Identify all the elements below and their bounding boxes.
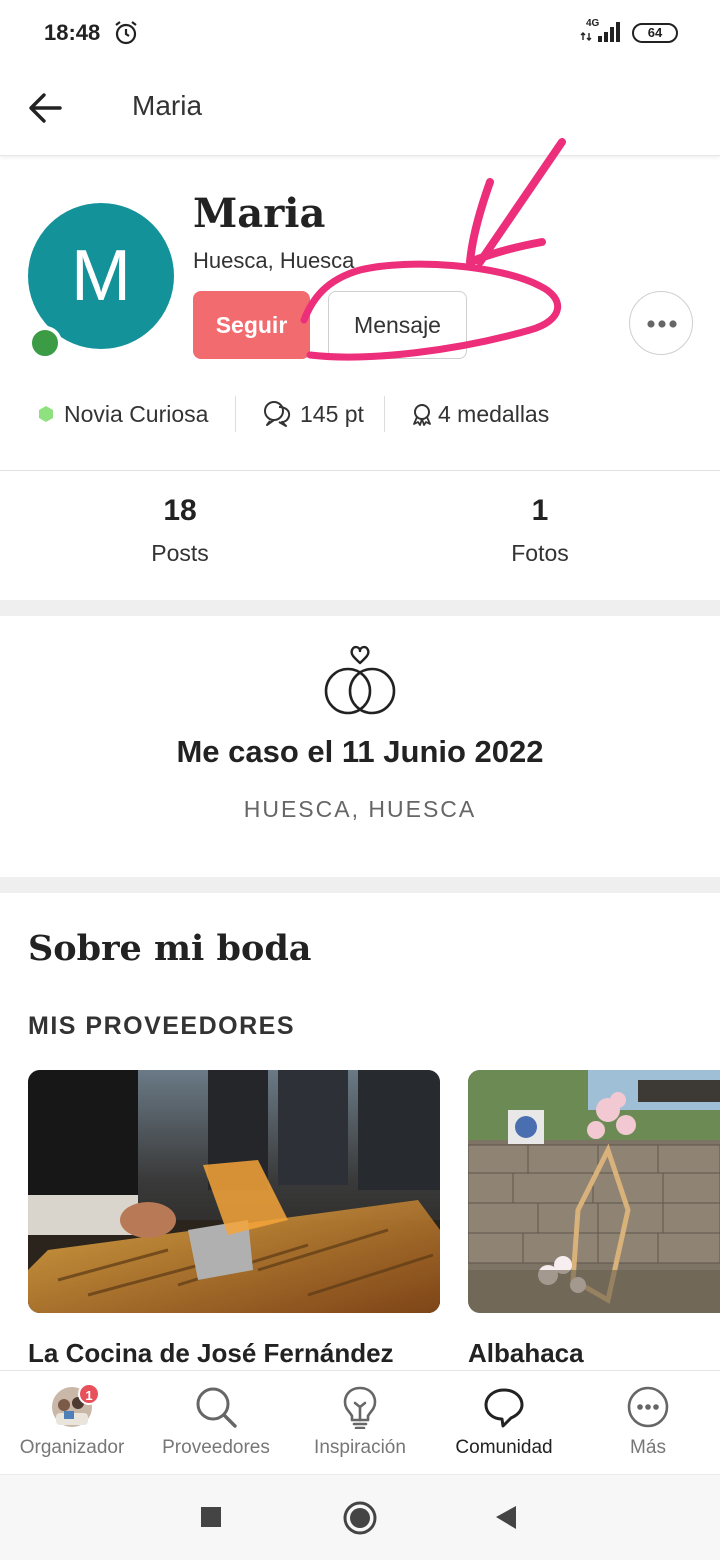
alarm-icon	[115, 21, 137, 45]
profile-name: Maria	[193, 190, 326, 237]
photos-count-label: Fotos	[511, 540, 569, 566]
message-button[interactable]: Mensaje	[328, 291, 467, 359]
hexagon-icon	[39, 406, 53, 422]
status-bar: 18:48 4G 64	[0, 0, 720, 66]
nav-more-label: Más	[630, 1437, 666, 1458]
nav-inspiration[interactable]: Inspiración	[288, 1371, 432, 1475]
more-options-button[interactable]	[629, 291, 693, 355]
ceremony-photo	[468, 1070, 720, 1313]
posts-count[interactable]: 18 Posts	[90, 494, 270, 567]
home-icon[interactable]	[342, 1501, 378, 1537]
level-stat: Novia Curiosa	[38, 384, 208, 444]
photos-count-value: 1	[531, 494, 549, 527]
vendor-name[interactable]: Albahaca	[468, 1338, 584, 1369]
app-bar: Maria	[0, 66, 720, 156]
online-status-dot	[28, 326, 62, 360]
more-dots-icon	[647, 320, 677, 328]
notification-badge: 1	[78, 1383, 100, 1405]
medals-stat: 4 medallas	[410, 384, 549, 444]
nav-providers[interactable]: Proveedores	[144, 1371, 288, 1475]
recents-icon[interactable]	[200, 1501, 222, 1535]
nav-organizer-label: Organizador	[19, 1437, 125, 1458]
photos-count[interactable]: 1 Fotos	[450, 494, 630, 567]
profile-stats: Novia Curiosa 145 pt 4 medallas	[0, 384, 720, 444]
vendors-section-title: MIS PROVEEDORES	[28, 1012, 295, 1040]
section-separator	[0, 600, 720, 616]
vendor-name[interactable]: La Cocina de José Fernández	[28, 1338, 394, 1369]
divider	[235, 396, 236, 432]
follow-button[interactable]: Seguir	[193, 291, 310, 359]
vendor-card-image[interactable]	[28, 1070, 440, 1313]
avatar-letter: M	[71, 236, 131, 316]
signal-icon	[580, 22, 620, 42]
app-bar-title: Maria	[132, 90, 203, 121]
status-time: 18:48	[44, 20, 101, 45]
nav-community-label: Comunidad	[455, 1437, 553, 1458]
wedding-place: HUESCA, HUESCA	[243, 796, 477, 822]
section-separator	[0, 877, 720, 893]
bottom-navigation: 1 Organizador Proveedores Inspiración Co…	[0, 1370, 720, 1474]
search-icon	[196, 1387, 237, 1428]
chat-bubbles-icon	[264, 401, 291, 427]
nav-providers-label: Proveedores	[162, 1437, 270, 1458]
medals-label: 4 medallas	[438, 400, 550, 427]
grill-photo	[28, 1070, 440, 1313]
posts-count-label: Posts	[151, 540, 209, 566]
vendor-card-image[interactable]	[468, 1070, 720, 1313]
nav-inspiration-label: Inspiración	[314, 1437, 406, 1458]
divider	[0, 470, 720, 471]
points-stat: 145 pt	[262, 384, 364, 444]
chat-bubble-icon	[484, 1388, 524, 1428]
divider	[384, 396, 385, 432]
profile-location: Huesca, Huesca	[193, 248, 355, 273]
system-navigation-bar	[0, 1474, 720, 1560]
medal-icon	[413, 404, 431, 426]
nav-community[interactable]: Comunidad	[432, 1371, 576, 1475]
posts-count-value: 18	[163, 494, 197, 527]
wedding-date: Me caso el 11 Junio 2022	[176, 734, 544, 769]
level-label: Novia Curiosa	[64, 400, 209, 427]
points-label: 145 pt	[300, 400, 364, 427]
back-triangle-icon[interactable]	[494, 1501, 518, 1535]
battery-indicator: 64	[632, 23, 678, 43]
lightbulb-icon	[343, 1386, 377, 1429]
about-wedding-title: Sobre mi boda	[28, 928, 312, 969]
wedding-rings-icon	[324, 645, 396, 715]
nav-organizer[interactable]: 1 Organizador	[0, 1371, 144, 1475]
more-icon	[627, 1386, 669, 1428]
battery-level: 64	[647, 25, 663, 40]
back-arrow-icon[interactable]	[24, 86, 68, 130]
nav-more[interactable]: Más	[576, 1371, 720, 1475]
